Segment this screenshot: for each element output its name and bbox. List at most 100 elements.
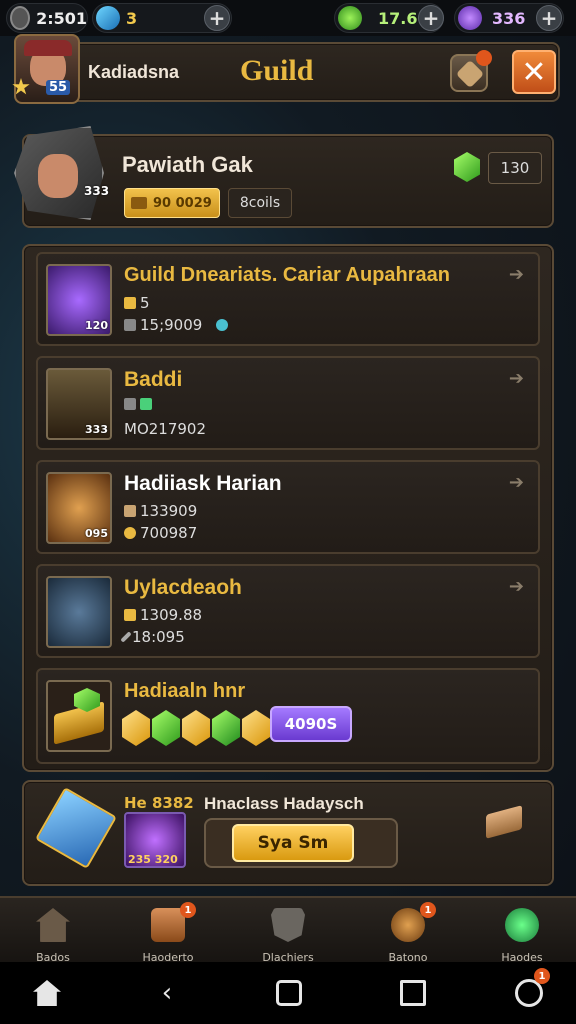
button-frame: Sya Sm [204, 818, 398, 868]
add-crystals-button[interactable]: + [536, 5, 562, 31]
gold-gem-icon [122, 710, 150, 746]
item-stat-2: 15;9009 [124, 316, 229, 334]
item-stat-2: 18:095 [120, 628, 185, 646]
green-gem-icon [152, 710, 180, 746]
nav-item-dlachiers[interactable]: Dlachiers [238, 900, 338, 964]
thumbnail-label: 095 [85, 527, 108, 540]
guild-level-badge: 333 [84, 184, 110, 198]
notification-badge: 1 [420, 902, 436, 918]
settings-button[interactable]: 1 [514, 968, 550, 1008]
square-icon [400, 980, 426, 1006]
green-gem-icon [454, 152, 480, 182]
page-title: Guild [240, 54, 314, 87]
arrow-right-icon[interactable]: ➔ [509, 472, 524, 493]
home-icon [33, 980, 61, 1006]
clock-resource: 2:501 [6, 3, 88, 33]
stat-icon [124, 319, 136, 331]
arrow-right-icon[interactable]: ➔ [509, 264, 524, 285]
nav-item-batono[interactable]: 1 Batono [358, 900, 458, 964]
item-thumbnail: 095 [46, 472, 112, 544]
back-button[interactable]: ‹ [152, 978, 182, 1008]
list-item[interactable]: 333 Baddi MO217902 ➔ [36, 356, 540, 450]
item-thumbnail: 333 [46, 368, 112, 440]
home-button[interactable] [32, 978, 62, 1008]
green-orb-icon [338, 6, 362, 30]
claim-button[interactable]: Sya Sm [232, 824, 354, 862]
item-title: Guild Dneariats. Cariar Aupahraan [124, 264, 451, 286]
time-value: 2:501 [36, 8, 87, 28]
gold-gem-icon [182, 710, 210, 746]
notification-badge: 1 [534, 968, 550, 984]
nav-item-haodes[interactable]: Haodes [472, 900, 572, 964]
player-avatar[interactable]: 55 [12, 34, 80, 104]
close-icon: ✕ [521, 54, 547, 90]
coins-value: 8coils [239, 195, 281, 211]
close-button[interactable]: ✕ [512, 50, 556, 94]
thumbnail-label: 333 [85, 423, 108, 436]
orb-icon [505, 908, 539, 942]
arrow-right-icon[interactable]: ➔ [509, 368, 524, 389]
stat-value: 15;9009 [140, 316, 203, 334]
stat-value: 18:095 [132, 628, 185, 646]
claim-button-label: Sya Sm [257, 833, 329, 853]
reward-gems [122, 710, 270, 746]
item-title: Baddi [124, 368, 183, 391]
blue-gem-icon [96, 6, 120, 30]
leaf-icon [140, 398, 152, 410]
thumbnail-label: 120 [85, 319, 108, 332]
item-title: Uylacdeaoh [124, 576, 242, 599]
scroll-item-icon [35, 787, 117, 869]
reward-title: Hadiaaln hnr [124, 680, 246, 702]
guild-info-card: 333 Pawiath Gak 90 0029 8coils 130 [14, 126, 554, 228]
resource-bar: 2:501 3 + 17.6 + 336 + [0, 0, 576, 36]
purchase-button[interactable]: 4090S [270, 706, 352, 742]
guild-leader-face [38, 154, 78, 198]
arrow-right-icon[interactable]: ➔ [509, 576, 524, 597]
item-stat-1 [124, 398, 156, 410]
nav-item-bados[interactable]: Bados [3, 900, 103, 964]
notification-dot [476, 50, 492, 66]
energy-value: 17.6 [378, 8, 418, 28]
star-icon [12, 78, 30, 95]
add-gems-button[interactable]: + [204, 5, 230, 31]
gem-counter: 130 [488, 152, 542, 184]
header-bar: 55 Kadiadsna Guild ✕ [12, 34, 560, 104]
offer-title: Hnaclass Hadaysch [204, 794, 364, 813]
crystals-value: 336 [492, 8, 526, 28]
reward-row[interactable]: Hadiaaln hnr 4090S [36, 668, 540, 764]
item-stat-2: 700987 [124, 524, 197, 542]
gold-value: 90 0029 [153, 195, 212, 211]
stat-icon [124, 398, 136, 410]
gold-icon [131, 197, 147, 209]
list-item[interactable]: 095 Hadiiask Harian 133909 700987 ➔ [36, 460, 540, 554]
back-icon: ‹ [161, 978, 173, 1008]
item-stat-2: MO217902 [124, 420, 206, 438]
crate-icon [486, 805, 522, 839]
stat-value: MO217902 [124, 420, 207, 438]
price-label: 4090S [284, 715, 338, 733]
guild-emblem-button[interactable] [450, 50, 492, 92]
list-item[interactable]: Uylacdeaoh 1309.88 18:095 ➔ [36, 564, 540, 658]
guild-name: Pawiath Gak [122, 152, 253, 177]
nav-item-haoderto[interactable]: 1 Haoderto [118, 900, 218, 964]
player-name: Kadiadsna [88, 62, 180, 82]
item-thumbnail: 120 [46, 264, 112, 336]
stat-value: 5 [140, 294, 150, 312]
stat-value: 1309.88 [140, 606, 203, 624]
stat-icon [124, 297, 136, 309]
clock-icon [10, 6, 31, 30]
recents-button[interactable] [274, 978, 304, 1008]
hero-portrait: 235 320 [124, 812, 186, 868]
drop-icon [216, 319, 229, 331]
overview-button[interactable] [398, 978, 428, 1008]
item-stat-1: 1309.88 [124, 606, 202, 624]
guild-banner[interactable] [14, 126, 104, 220]
add-energy-button[interactable]: + [418, 5, 444, 31]
gold-gem-icon [242, 710, 270, 746]
item-thumbnail [46, 576, 112, 648]
stat-value: 133909 [140, 502, 198, 520]
avatar-hat [24, 40, 72, 56]
gems-value: 3 [126, 8, 138, 28]
sword-icon [120, 631, 132, 643]
list-item[interactable]: 120 Guild Dneariats. Cariar Aupahraan 5 … [36, 252, 540, 346]
